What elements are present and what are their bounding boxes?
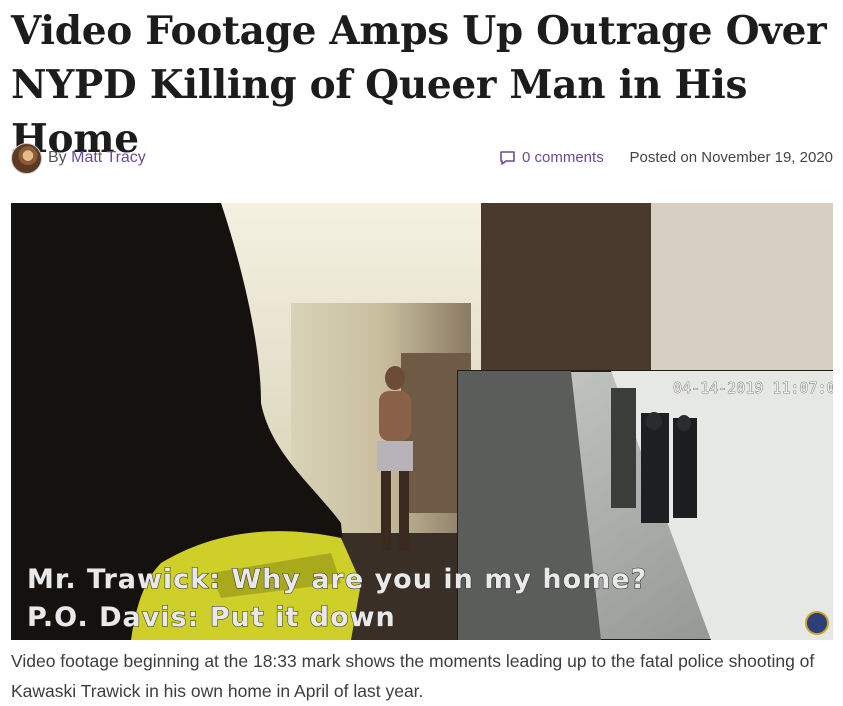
image-caption: Video footage beginning at the 18:33 mar… [11, 651, 815, 701]
comments-count: 0 comments [522, 149, 604, 166]
byline: By Matt Tracy [48, 149, 146, 167]
posted-date: Posted on November 19, 2020 [629, 149, 833, 166]
cctv-timestamp: 04-14-2019 11:07:04 PM [673, 379, 833, 397]
video-subtitle-line1: Mr. Trawick: Why are you in my home? [27, 564, 647, 595]
comments-link[interactable]: 0 comments [499, 149, 604, 166]
video-frame: 04-14-2019 11:07:04 PM Mr. Trawick: Why … [11, 203, 833, 640]
author-link[interactable]: Matt Tracy [71, 149, 146, 166]
nypd-seal-icon [805, 611, 829, 635]
video-subtitle-line2: P.O. Davis: Put it down [27, 602, 396, 633]
article-meta: By Matt Tracy 0 comments Posted on Novem… [11, 142, 833, 174]
author-avatar[interactable] [11, 143, 42, 174]
byline-prefix: By [48, 149, 67, 166]
video-still[interactable]: 04-14-2019 11:07:04 PM Mr. Trawick: Why … [11, 203, 833, 640]
comment-icon [500, 150, 515, 165]
